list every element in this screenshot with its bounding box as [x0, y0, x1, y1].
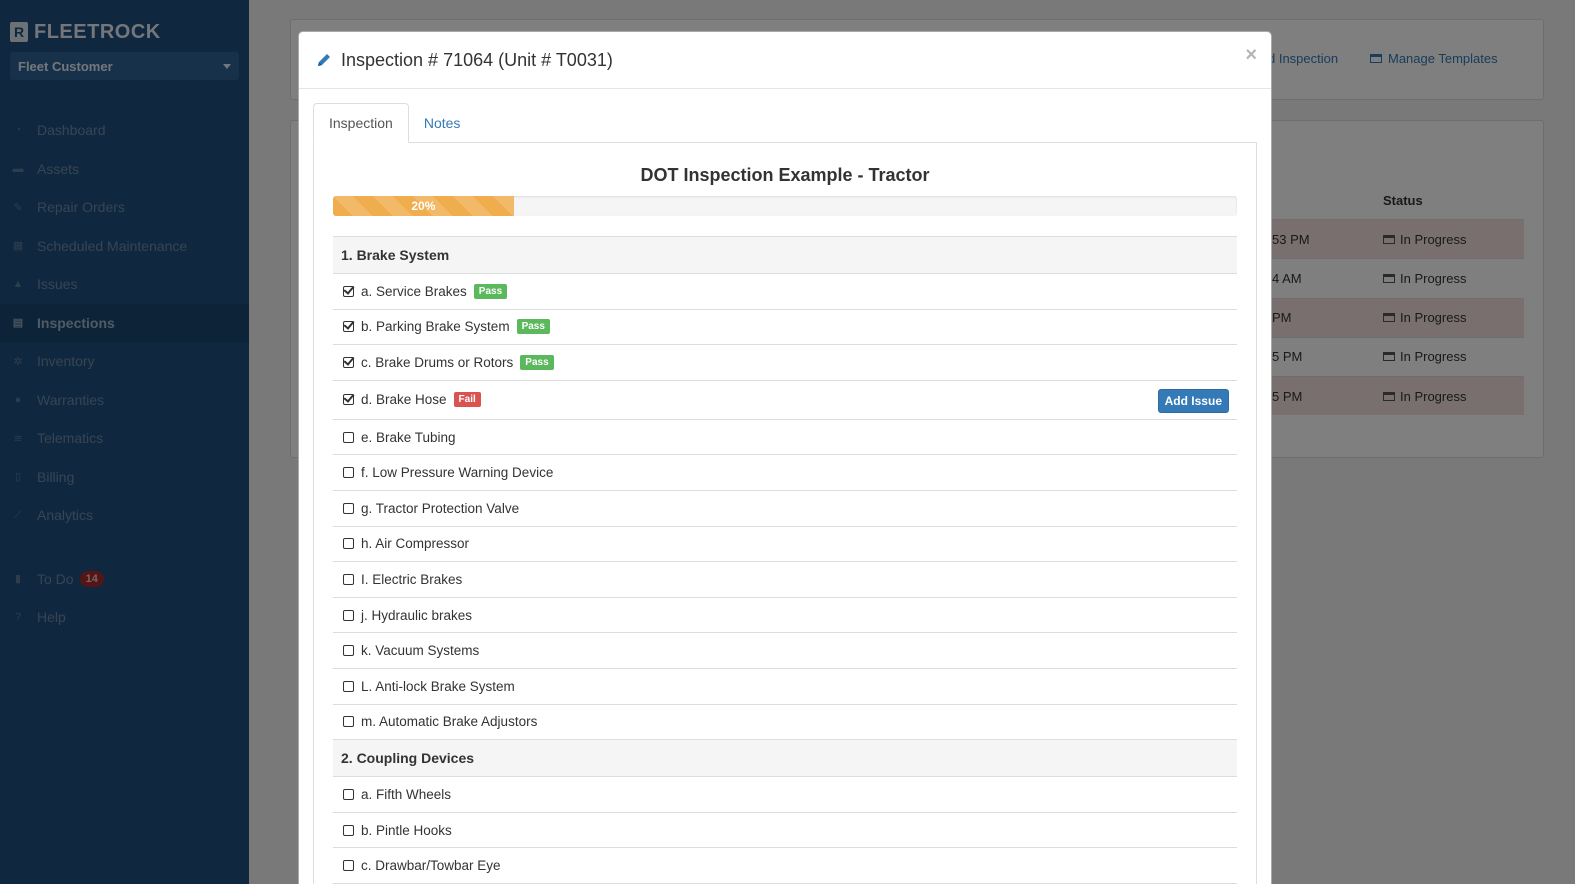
checklist-item-label: b. Pintle Hooks: [361, 822, 452, 838]
checklist-item[interactable]: m. Automatic Brake Adjustors: [333, 705, 1237, 741]
progress-fill: 20%: [333, 196, 514, 216]
checklist-item-label: g. Tractor Protection Valve: [361, 500, 520, 516]
checklist-item-label: f. Low Pressure Warning Device: [361, 465, 554, 481]
section-header: 2. Coupling Devices: [333, 740, 1237, 778]
unchecked-checkbox-icon[interactable]: [343, 645, 354, 657]
modal-title: Inspection # 71064 (Unit # T0031): [341, 49, 613, 70]
checklist-item[interactable]: b. Pintle Hooks: [333, 813, 1237, 849]
checklist-item[interactable]: c. Brake Drums or Rotors Pass: [333, 345, 1237, 381]
checklist-item[interactable]: f. Low Pressure Warning Device: [333, 455, 1237, 491]
fail-badge: Fail: [453, 392, 481, 408]
inspection-modal: Inspection # 71064 (Unit # T0031) × Insp…: [298, 31, 1272, 884]
modal-tabs: Inspection Notes: [313, 103, 475, 143]
checklist-item-label: d. Brake Hose: [361, 392, 447, 408]
pencil-icon: [315, 51, 333, 69]
checklist-item-label: h. Air Compressor: [361, 536, 470, 552]
inspection-checklist: 1. Brake System a. Service Brakes Pass b. P…: [333, 236, 1237, 884]
unchecked-checkbox-icon[interactable]: [343, 609, 354, 621]
checklist-item-label: a. Service Brakes: [361, 283, 467, 299]
checklist-item[interactable]: a. Fifth Wheels: [333, 777, 1237, 813]
checklist-item[interactable]: h. Air Compressor: [333, 527, 1237, 563]
checklist-item-label: a. Fifth Wheels: [361, 786, 452, 802]
section-header: 1. Brake System: [333, 237, 1237, 274]
modal-header: Inspection # 71064 (Unit # T0031) ×: [299, 32, 1271, 89]
unchecked-checkbox-icon[interactable]: [343, 680, 354, 692]
unchecked-checkbox-icon[interactable]: [343, 824, 354, 836]
form-title: DOT Inspection Example - Tractor: [640, 165, 930, 185]
checklist-item-label: j. Hydraulic brakes: [361, 607, 473, 623]
checklist-item[interactable]: k. Vacuum Systems: [333, 633, 1237, 669]
unchecked-checkbox-icon[interactable]: [343, 502, 354, 514]
checklist-item-label: I. Electric Brakes: [361, 571, 463, 587]
checked-checkbox-icon[interactable]: [343, 394, 354, 406]
close-button[interactable]: ×: [1245, 44, 1257, 67]
unchecked-checkbox-icon[interactable]: [343, 573, 354, 585]
pass-badge: Pass: [473, 283, 508, 299]
checklist-item[interactable]: g. Tractor Protection Valve: [333, 491, 1237, 527]
checklist-item-label: m. Automatic Brake Adjustors: [361, 714, 538, 730]
checklist-item-label: e. Brake Tubing: [361, 429, 456, 445]
checklist-item[interactable]: L. Anti-lock Brake System: [333, 669, 1237, 705]
unchecked-checkbox-icon[interactable]: [343, 716, 354, 728]
unchecked-checkbox-icon[interactable]: [343, 467, 354, 479]
checklist-item[interactable]: j. Hydraulic brakes: [333, 598, 1237, 634]
checklist-item-label: L. Anti-lock Brake System: [361, 678, 515, 694]
checklist-item[interactable]: b. Parking Brake System Pass: [333, 310, 1237, 346]
checked-checkbox-icon[interactable]: [343, 321, 354, 333]
pass-badge: Pass: [520, 354, 554, 370]
checklist-item[interactable]: e. Brake Tubing: [333, 420, 1237, 456]
checklist-item[interactable]: a. Service Brakes Pass: [333, 274, 1237, 310]
progress-bar: 20%: [333, 196, 1237, 216]
checklist-item[interactable]: I. Electric Brakes: [333, 562, 1237, 598]
checklist-item-label: k. Vacuum Systems: [361, 643, 480, 659]
tab-inspection[interactable]: Inspection: [313, 103, 409, 143]
add-issue-button[interactable]: Add Issue: [1157, 388, 1229, 413]
unchecked-checkbox-icon[interactable]: [343, 860, 354, 872]
pass-badge: Pass: [516, 319, 550, 335]
unchecked-checkbox-icon[interactable]: [343, 788, 354, 800]
checklist-item-label: c. Brake Drums or Rotors: [361, 354, 514, 370]
checklist-item-label: b. Parking Brake System: [361, 319, 510, 335]
checklist-item-label: c. Drawbar/Towbar Eye: [361, 858, 501, 874]
checked-checkbox-icon[interactable]: [343, 285, 354, 297]
checklist-item[interactable]: c. Drawbar/Towbar Eye: [333, 848, 1237, 884]
checked-checkbox-icon[interactable]: [343, 356, 354, 368]
tab-notes[interactable]: Notes: [409, 103, 476, 143]
checklist-item[interactable]: d. Brake Hose Fail Add Issue: [333, 381, 1237, 420]
unchecked-checkbox-icon[interactable]: [343, 538, 354, 550]
unchecked-checkbox-icon[interactable]: [343, 431, 354, 443]
tab-content: DOT Inspection Example - Tractor 20% 1. …: [313, 142, 1257, 884]
